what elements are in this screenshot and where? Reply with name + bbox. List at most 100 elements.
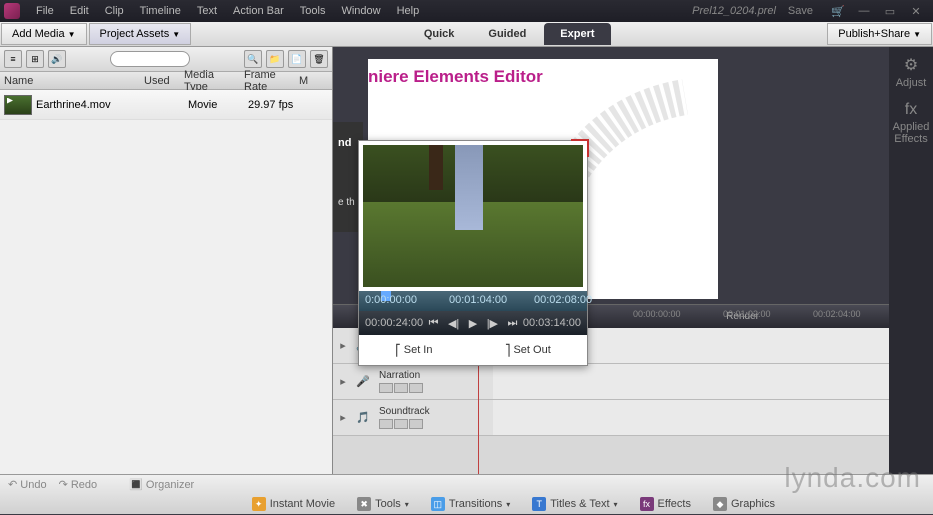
clip-tick: 00:01:04:00 — [449, 294, 507, 306]
set-in-button[interactable]: ⎡Set In — [395, 344, 432, 357]
track-opt[interactable] — [409, 383, 423, 393]
applied-effects-button[interactable]: fxApplied Effects — [889, 101, 933, 145]
music-icon[interactable]: 🎵 — [353, 411, 373, 424]
col-frame-rate[interactable]: Frame Rate — [240, 69, 295, 93]
menu-text[interactable]: Text — [189, 5, 225, 17]
monitor-heading: nd — [338, 137, 351, 149]
expand-icon[interactable]: ▸ — [333, 339, 353, 352]
expand-icon[interactable]: ▸ — [333, 411, 353, 424]
add-media-button[interactable]: Add Media▼ — [1, 23, 87, 45]
effects-button[interactable]: fxEffects — [632, 495, 699, 513]
asset-rate: 29.97 fps — [248, 99, 303, 111]
menu-file[interactable]: File — [28, 5, 62, 17]
transitions-button[interactable]: ◫Transitions▾ — [423, 495, 518, 513]
ruler-tick: 00:00:00:00 — [633, 309, 681, 319]
search-input[interactable] — [110, 51, 190, 67]
adjust-button[interactable]: ⚙Adjust — [896, 55, 927, 89]
clip-preview-window[interactable]: ✕ 0:00:00:00 00:01:04:00 00:02:08:00 00:… — [358, 140, 588, 366]
welcome-title: niere Elements Editor — [368, 67, 543, 87]
redo-button[interactable]: ↷ Redo — [59, 478, 98, 491]
graphics-icon: ◆ — [713, 497, 727, 511]
timecode-current: 00:00:24:00 — [365, 317, 423, 329]
track-opt[interactable] — [394, 419, 408, 429]
menu-window[interactable]: Window — [333, 5, 388, 17]
fx-icon: fx — [889, 101, 933, 119]
tab-expert[interactable]: Expert — [544, 23, 610, 45]
bracket-in-icon: ⎡ — [395, 344, 401, 357]
folder-icon[interactable]: 📁 — [266, 50, 284, 68]
project-assets-panel: ≡ ⊞ 🔊 🔍 📁 📄 🗑 Name Used Media Type Frame… — [0, 47, 333, 474]
clip-tick: 0:00:00:00 — [365, 294, 417, 306]
step-back-icon[interactable]: ◀| — [444, 317, 463, 330]
asset-thumbnail — [4, 95, 32, 115]
wand-icon: ✦ — [252, 497, 266, 511]
new-item-icon[interactable]: 📄 — [288, 50, 306, 68]
transitions-icon: ◫ — [431, 497, 445, 511]
tools-button[interactable]: ✖Tools▾ — [349, 495, 417, 513]
clip-tick: 00:02:08:00 — [534, 294, 592, 306]
delete-icon[interactable]: 🗑 — [310, 50, 328, 68]
undo-button[interactable]: ↶ Undo — [8, 478, 47, 491]
track-label: Narration — [379, 370, 487, 381]
step-fwd-icon[interactable]: |▶ — [483, 317, 502, 330]
clip-transport: 00:00:24:00 ⏮ ◀| ▶ |▶ ⏭ 00:03:14:00 — [359, 311, 587, 335]
track-content[interactable] — [493, 364, 889, 399]
publish-share-button[interactable]: Publish+Share▼ — [827, 23, 932, 45]
right-panel: ⚙Adjust fxApplied Effects — [889, 47, 933, 474]
project-assets-button[interactable]: Project Assets▼ — [89, 23, 192, 45]
menu-help[interactable]: Help — [389, 5, 428, 17]
titles-button[interactable]: TTitles & Text▾ — [524, 495, 625, 513]
track-content[interactable] — [493, 400, 889, 435]
asset-row[interactable]: Earthrine4.mov Movie 29.97 fps — [0, 90, 332, 120]
menu-timeline[interactable]: Timeline — [132, 5, 189, 17]
menu-clip[interactable]: Clip — [97, 5, 132, 17]
goto-start-icon[interactable]: ⏮ — [425, 317, 443, 330]
app-logo — [4, 3, 20, 19]
main-toolbar: Add Media▼ Project Assets▼ Quick Guided … — [0, 22, 933, 47]
clip-ruler[interactable]: 0:00:00:00 00:01:04:00 00:02:08:00 — [359, 291, 587, 311]
set-out-button[interactable]: ⎤Set Out — [505, 344, 551, 357]
filter-icon[interactable]: 🔊 — [48, 50, 66, 68]
organizer-button[interactable]: 🔳 Organizer — [129, 478, 194, 491]
minimize-icon[interactable]: — — [852, 3, 876, 19]
asset-name: Earthrine4.mov — [36, 99, 148, 111]
close-icon[interactable]: ✕ — [904, 3, 928, 19]
watermark: lynda.com — [784, 462, 921, 494]
timecode-duration: 00:03:14:00 — [523, 317, 581, 329]
menu-actionbar[interactable]: Action Bar — [225, 5, 292, 17]
expand-icon[interactable]: ▸ — [333, 375, 353, 388]
track-narration[interactable]: ▸ 🎤 Narration — [333, 364, 889, 400]
cart-icon[interactable]: 🛒 — [826, 3, 850, 19]
goto-end-icon[interactable]: ⏭ — [504, 317, 522, 330]
track-opt[interactable] — [394, 383, 408, 393]
list-view-icon[interactable]: ≡ — [4, 50, 22, 68]
tab-quick[interactable]: Quick — [408, 23, 471, 45]
wrench-icon: ✖ — [357, 497, 371, 511]
graphics-button[interactable]: ◆Graphics — [705, 495, 783, 513]
col-used[interactable]: Used — [140, 75, 180, 87]
col-m[interactable]: M — [295, 75, 315, 87]
menu-tools[interactable]: Tools — [292, 5, 334, 17]
search-icon[interactable]: 🔍 — [244, 50, 262, 68]
document-filename: Prel12_0204.prel — [692, 5, 776, 17]
col-media-type[interactable]: Media Type — [180, 69, 240, 93]
instant-movie-button[interactable]: ✦Instant Movie — [244, 495, 343, 513]
ruler-tick: 00:01:02:00 — [723, 309, 771, 319]
track-soundtrack[interactable]: ▸ 🎵 Soundtrack — [333, 400, 889, 436]
col-name[interactable]: Name — [0, 75, 140, 87]
save-button[interactable]: Save — [788, 5, 813, 17]
play-icon[interactable]: ▶ — [465, 317, 481, 330]
track-opt[interactable] — [379, 419, 393, 429]
assets-column-headers: Name Used Media Type Frame Rate M — [0, 72, 332, 90]
track-opt[interactable] — [409, 419, 423, 429]
menu-edit[interactable]: Edit — [62, 5, 97, 17]
assets-list: Earthrine4.mov Movie 29.97 fps — [0, 90, 332, 474]
bracket-out-icon: ⎤ — [505, 344, 511, 357]
asset-type: Movie — [188, 99, 248, 111]
tab-guided[interactable]: Guided — [472, 23, 542, 45]
maximize-icon[interactable]: ▭ — [878, 3, 902, 19]
mode-tabs: Quick Guided Expert — [408, 23, 611, 45]
grid-view-icon[interactable]: ⊞ — [26, 50, 44, 68]
track-opt[interactable] — [379, 383, 393, 393]
mic-icon[interactable]: 🎤 — [353, 375, 373, 388]
